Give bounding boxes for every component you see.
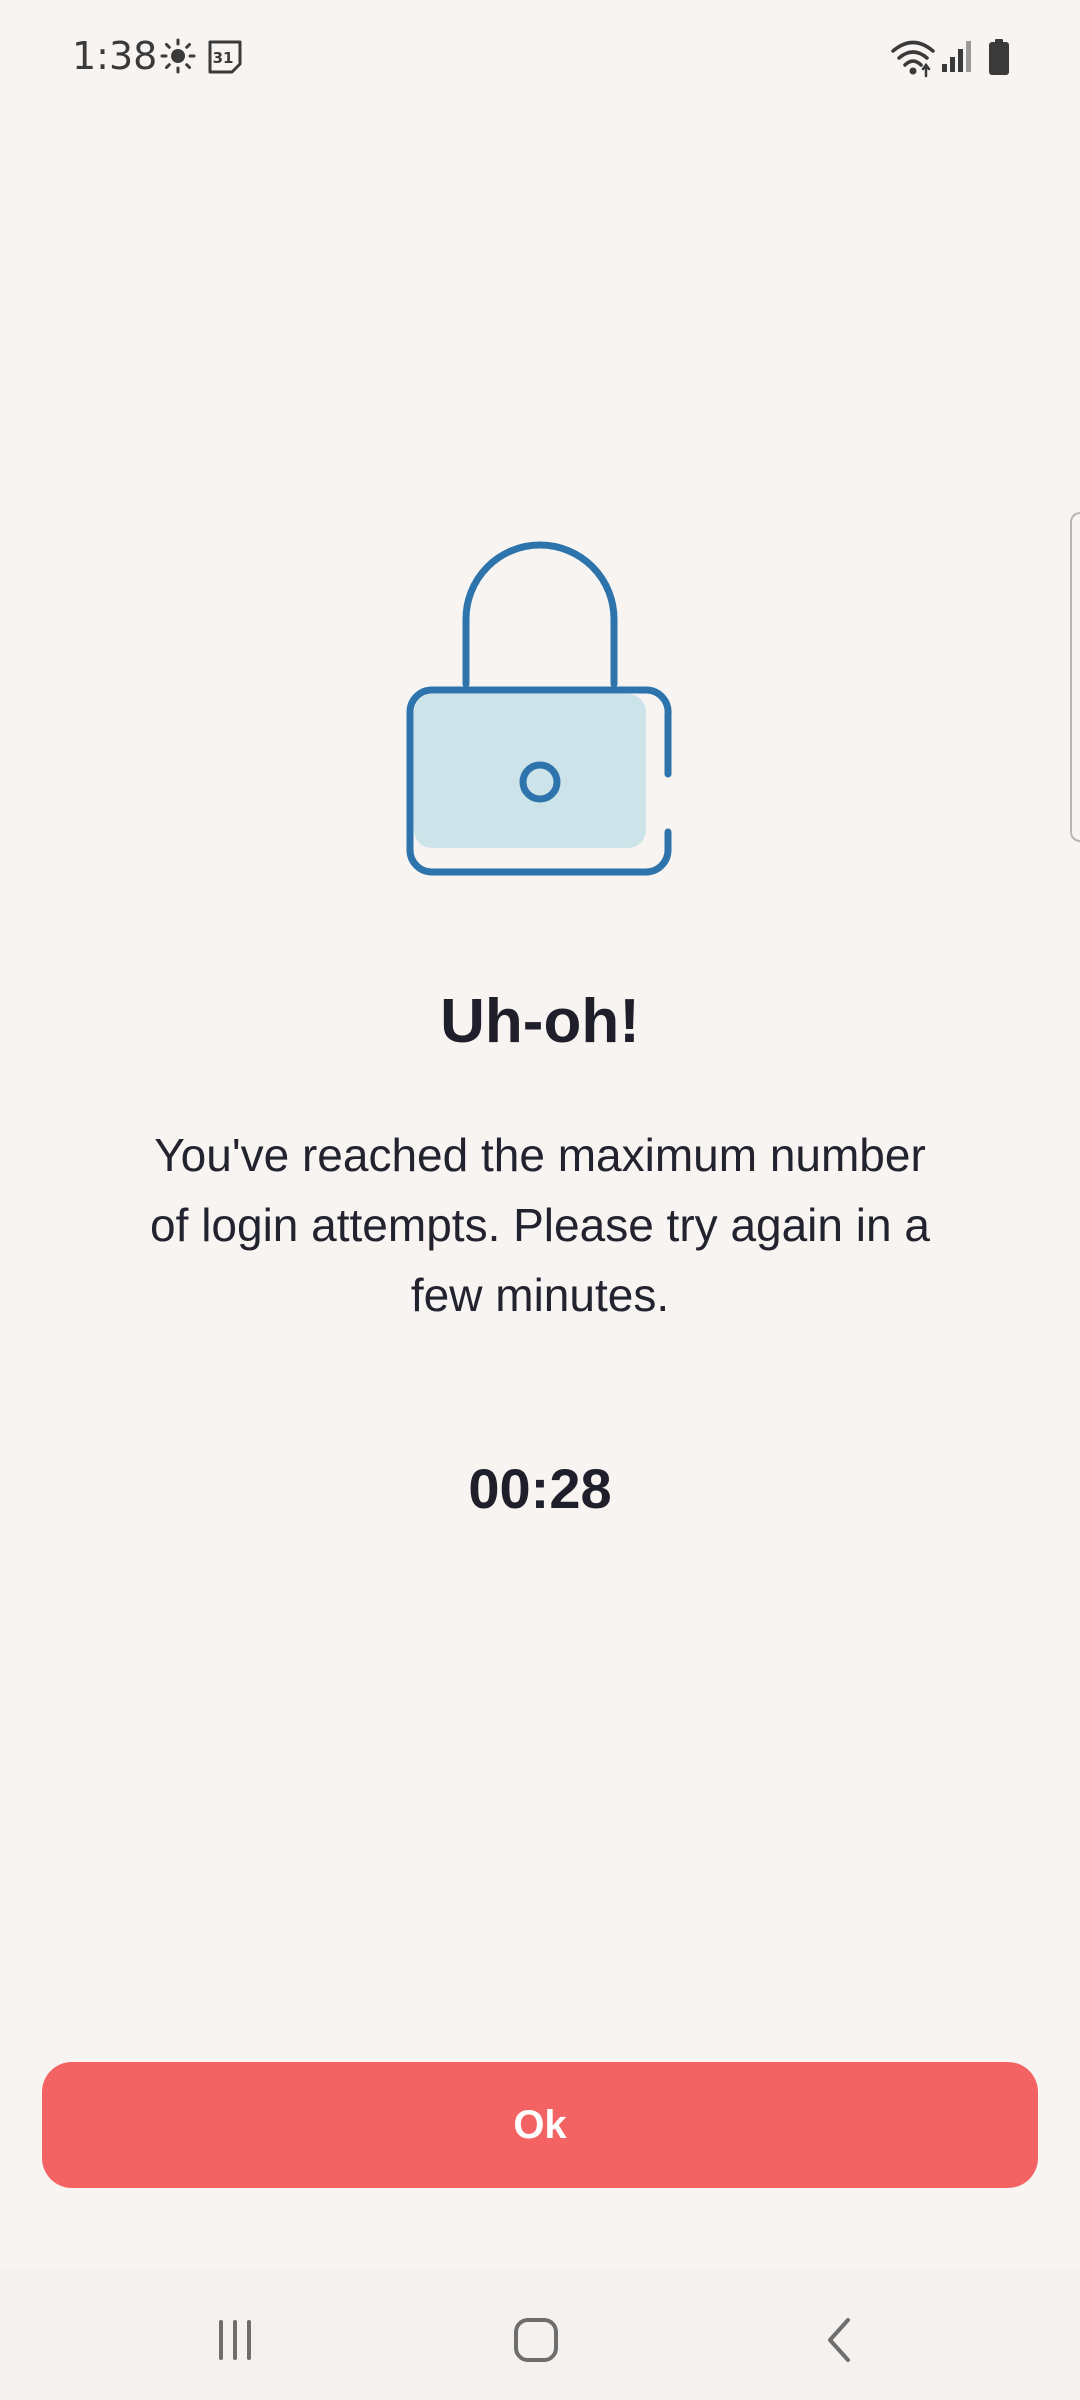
status-time: 1:38 bbox=[72, 34, 158, 78]
signal-icon bbox=[940, 38, 976, 79]
status-bar: 1:38 31 bbox=[0, 0, 1080, 120]
wifi-icon bbox=[890, 38, 936, 83]
home-icon[interactable] bbox=[496, 2310, 576, 2370]
sun-icon bbox=[160, 38, 196, 79]
edge-panel-handle[interactable] bbox=[1070, 512, 1080, 842]
countdown-timer: 00:28 bbox=[468, 1457, 612, 1520]
svg-text:31: 31 bbox=[213, 49, 234, 67]
lockout-message: You've reached the maximum number of log… bbox=[150, 1129, 930, 1321]
navigation-bar bbox=[0, 2270, 1080, 2400]
back-icon[interactable] bbox=[800, 2310, 880, 2370]
recent-apps-icon[interactable] bbox=[195, 2310, 275, 2370]
calendar-icon: 31 bbox=[206, 38, 244, 81]
lock-icon bbox=[400, 534, 680, 884]
ok-button[interactable]: Ok bbox=[42, 2062, 1038, 2188]
battery-icon bbox=[986, 38, 1012, 81]
page-title: Uh-oh! bbox=[440, 987, 640, 1056]
